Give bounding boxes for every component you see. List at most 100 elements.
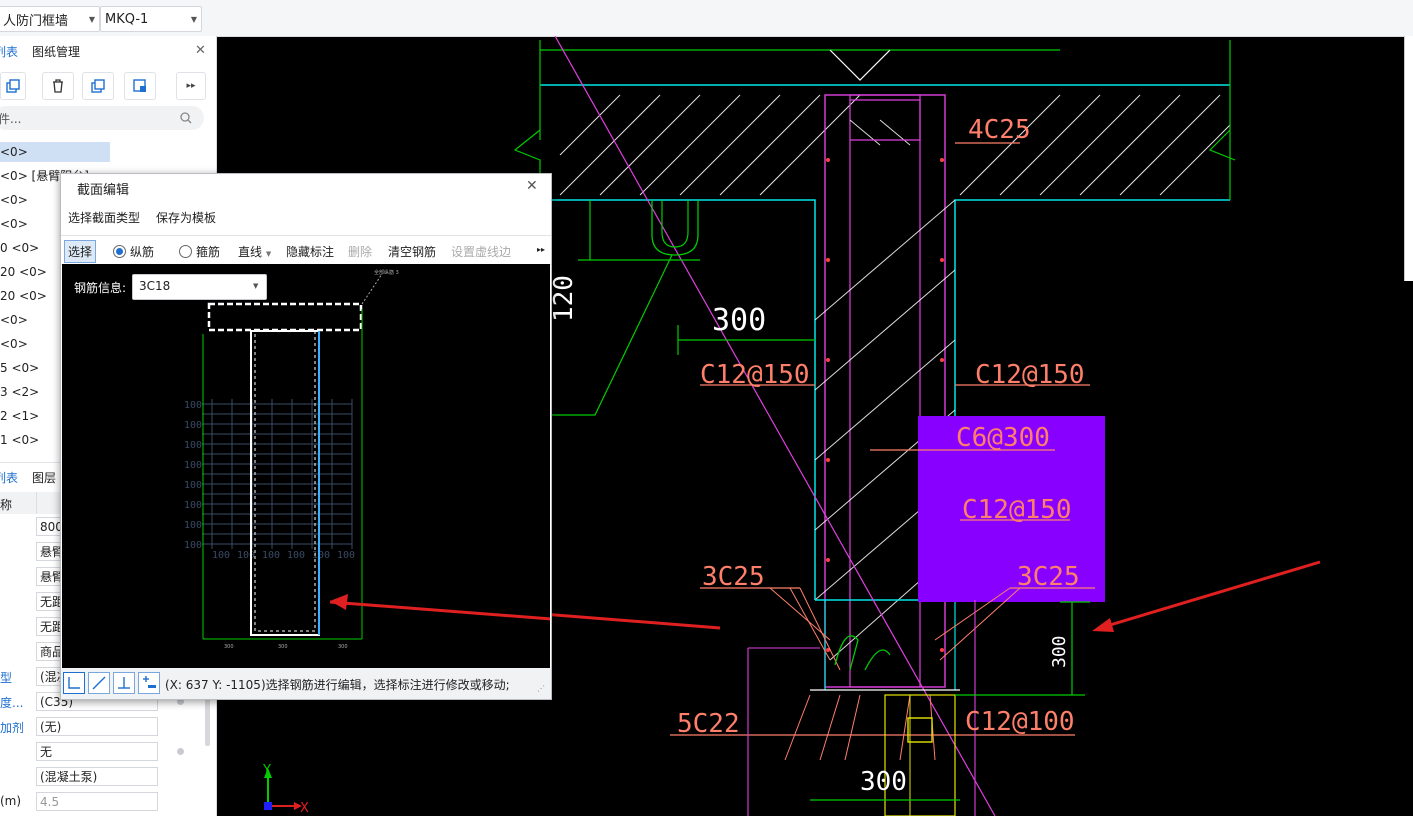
- property-value[interactable]: 无: [36, 742, 158, 761]
- search-input[interactable]: 件...: [0, 106, 204, 130]
- copy-button[interactable]: [0, 72, 26, 100]
- property-value[interactable]: (混凝土泵): [36, 767, 158, 786]
- tree-item[interactable]: 5 <0>: [0, 358, 39, 378]
- double-chevron-right-icon: ▸▸: [186, 81, 196, 91]
- tab-layer[interactable]: 图层: [32, 469, 56, 486]
- grid-labels-bottom: 100 100 100 100 100 100: [212, 550, 355, 561]
- snap-mode-button[interactable]: [138, 672, 160, 694]
- label-c12-150-mid: C12@150: [962, 495, 1072, 525]
- layer-copy-button[interactable]: [124, 72, 156, 100]
- corner-icon: [68, 677, 80, 689]
- svg-text:100: 100: [184, 440, 202, 451]
- svg-text:100: 100: [184, 500, 202, 511]
- property-row: 加剂 (无): [0, 716, 216, 738]
- perpendicular-icon: [118, 677, 130, 689]
- component-type-dropdown[interactable]: 人防门框墙 ▼: [0, 6, 100, 32]
- hook-bottom-left: [834, 635, 859, 671]
- tree-item[interactable]: 2 <1>: [0, 406, 39, 426]
- tree-item[interactable]: 20 <0>: [0, 286, 47, 306]
- chevron-down-icon: ▼: [190, 14, 198, 24]
- property-dot-icon[interactable]: [177, 748, 184, 755]
- tree-item[interactable]: 1 <0>: [0, 430, 39, 450]
- property-value[interactable]: (无): [36, 717, 158, 736]
- label-4c25: 4C25: [968, 115, 1031, 145]
- menu-select-section-type[interactable]: 选择截面类型: [68, 209, 140, 226]
- section-drawing: 100100 100100 100100 100100 100 100 100 10…: [184, 269, 550, 650]
- right-panel-edge: [1404, 36, 1413, 281]
- radio-stirrup-label: 箍筋: [196, 245, 221, 259]
- snap-plus-icon: [143, 676, 156, 688]
- set-dashed-edge-button[interactable]: 设置虚线边: [451, 243, 511, 260]
- component-name-dropdown[interactable]: MKQ-1 ▼: [100, 6, 202, 32]
- svg-text:100: 100: [184, 400, 202, 411]
- top-stirrup: [850, 99, 921, 141]
- annotation-arrow-right: [1099, 560, 1321, 630]
- menu-save-as-template[interactable]: 保存为模板: [156, 209, 216, 226]
- property-label: 加剂: [0, 721, 25, 735]
- property-value[interactable]: 4.5: [36, 792, 158, 811]
- radio-stirrup[interactable]: 箍筋: [179, 243, 220, 260]
- hook-bottom-mid: [864, 649, 891, 671]
- svg-text:100: 100: [184, 520, 202, 531]
- label-c6-300: C6@300: [956, 423, 1050, 453]
- arrowhead-left: [330, 594, 348, 610]
- close-icon[interactable]: ✕: [526, 178, 538, 194]
- duplicate-icon: [91, 79, 105, 93]
- u-hook-inner: [661, 200, 689, 248]
- component-tabs: 列表 图纸管理 ✕: [0, 37, 216, 65]
- label-5c22: 5C22: [677, 709, 740, 739]
- property-header-name: 称: [0, 498, 13, 512]
- section-canvas[interactable]: 钢筋信息: 3C18 ▼ 100 100 100 100 100 100 100 100: [62, 264, 550, 668]
- label-3c25-left: 3C25: [702, 562, 765, 592]
- tree-item[interactable]: <0>: [0, 142, 28, 162]
- mini-dim-3: 300: [338, 644, 348, 650]
- svg-text:100: 100: [237, 550, 255, 561]
- chevron-down-icon: ▼: [88, 14, 96, 24]
- select-tool-button[interactable]: 选择: [64, 240, 97, 263]
- svg-text:100: 100: [184, 540, 202, 551]
- hide-annotation-button[interactable]: 隐藏标注: [286, 243, 334, 260]
- tree-item[interactable]: <0>: [0, 310, 28, 330]
- more-button[interactable]: ▸▸: [176, 72, 206, 100]
- diagonal-mode-button[interactable]: [88, 672, 110, 694]
- delete-button[interactable]: 删除: [348, 243, 372, 260]
- svg-text:100: 100: [287, 550, 305, 561]
- line-label: 直线: [238, 245, 263, 259]
- orthogonal-mode-button[interactable]: [63, 672, 85, 694]
- delete-button[interactable]: [42, 72, 74, 100]
- perpendicular-mode-button[interactable]: [113, 672, 135, 694]
- duplicate-button[interactable]: [82, 72, 114, 100]
- toolbar-overflow-icon[interactable]: ▸▸: [537, 245, 545, 254]
- tree-item[interactable]: 3 <2>: [0, 382, 39, 402]
- mini-label: 全部纵筋 3: [374, 269, 399, 276]
- line-dropdown[interactable]: 直线 ▼: [238, 243, 271, 260]
- mini-leader: [361, 273, 383, 305]
- tab-drawing-management[interactable]: 图纸管理: [32, 43, 80, 60]
- label-dim-120: 120: [549, 275, 579, 322]
- section-edit-dialog: 截面编辑 ✕ 选择截面类型 保存为模板 选择 纵筋 箍筋 直线 ▼ 隐藏标注 删…: [60, 173, 552, 700]
- slab-hatch: [559, 94, 1231, 196]
- diagonal-line-icon: [92, 676, 106, 690]
- radio-longitudinal-label: 纵筋: [130, 245, 155, 259]
- label-3c25-right: 3C25: [1017, 562, 1080, 592]
- component-type-value: 人防门框墙: [3, 13, 69, 29]
- tree-item[interactable]: 20 <0>: [0, 262, 47, 282]
- chevron-down-icon: ▼: [265, 250, 272, 258]
- tab-property-list[interactable]: 列表: [0, 469, 18, 486]
- label-c12-100: C12@100: [965, 707, 1075, 737]
- clear-rebar-button[interactable]: 清空钢筋: [388, 243, 436, 260]
- svg-text:100: 100: [184, 480, 202, 491]
- arrowhead-right: [1092, 618, 1114, 632]
- tab-list[interactable]: 列表: [0, 43, 18, 60]
- radio-longitudinal[interactable]: 纵筋: [113, 243, 154, 260]
- dialog-toolbar: 选择 纵筋 箍筋 直线 ▼ 隐藏标注 删除 清空钢筋 设置虚线边 ▸▸: [61, 235, 551, 265]
- svg-text:100: 100: [262, 550, 280, 561]
- tree-item[interactable]: <0>: [0, 190, 28, 210]
- mini-dim-1: 300: [224, 644, 234, 650]
- tree-item[interactable]: <0>: [0, 214, 28, 234]
- property-label: (m): [0, 794, 22, 808]
- tree-item[interactable]: 0 <0>: [0, 238, 39, 258]
- close-icon[interactable]: ✕: [195, 43, 206, 58]
- resize-grip-icon[interactable]: ⋰: [537, 684, 545, 693]
- tree-item[interactable]: <0>: [0, 334, 28, 354]
